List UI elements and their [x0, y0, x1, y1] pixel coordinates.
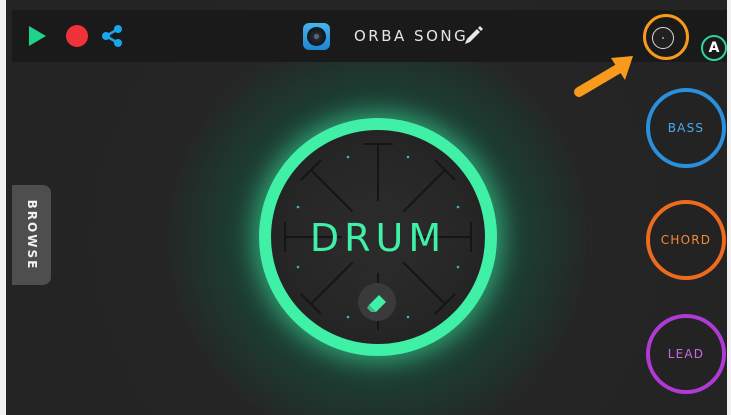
pencil-icon[interactable]	[462, 24, 484, 46]
share-icon[interactable]	[100, 24, 124, 48]
account-a-icon[interactable]: A	[701, 35, 727, 61]
drum-label: DRUM	[309, 216, 447, 260]
drum-pad[interactable]: DRUM	[259, 118, 497, 356]
lead-mode-button[interactable]: LEAD	[646, 314, 726, 394]
lead-label: LEAD	[667, 347, 705, 361]
arrow-annotation-icon	[574, 56, 633, 97]
song-title[interactable]: ORBA SONG	[354, 24, 468, 48]
eraser-icon[interactable]	[358, 283, 396, 321]
chord-label: CHORD	[660, 233, 712, 247]
song-disc-icon[interactable]	[303, 23, 330, 50]
chord-mode-button[interactable]: CHORD	[646, 200, 726, 280]
browse-label: BROWSE	[24, 199, 39, 271]
record-icon[interactable]	[66, 25, 88, 47]
highlight-circle	[643, 14, 689, 60]
browse-tab[interactable]: BROWSE	[12, 185, 51, 285]
bass-label: BASS	[667, 121, 705, 135]
play-icon[interactable]	[29, 26, 46, 46]
app-frame: ORBA SONG A BROWSE DRUM BASS CHORD LEAD	[0, 0, 731, 415]
bass-mode-button[interactable]: BASS	[646, 88, 726, 168]
